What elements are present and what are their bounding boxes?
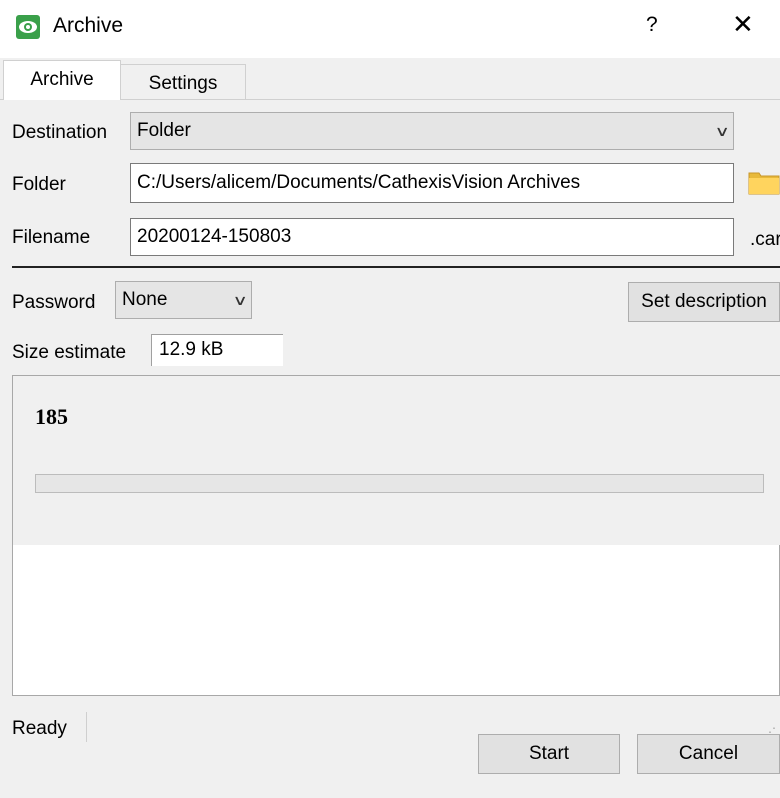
chevron-down-icon: ∨ — [714, 122, 730, 139]
password-select[interactable]: None ∨ — [115, 281, 252, 319]
password-value: None — [122, 289, 168, 310]
separator — [12, 266, 780, 268]
progress-bar — [35, 474, 764, 493]
close-button[interactable]: ✕ — [732, 9, 754, 40]
destination-value: Folder — [137, 120, 191, 141]
cancel-button[interactable]: Cancel — [637, 734, 780, 774]
progress-header — [13, 376, 780, 545]
filename-input[interactable]: 20200124-150803 — [130, 218, 734, 256]
filename-label: Filename — [12, 227, 91, 248]
size-estimate-value: 12.9 kB — [151, 334, 283, 366]
folder-input[interactable]: C:/Users/alicem/Documents/CathexisVision… — [130, 163, 734, 203]
size-estimate-label: Size estimate — [12, 342, 127, 363]
password-label: Password — [12, 292, 96, 313]
tab-settings[interactable]: Settings — [121, 64, 246, 99]
folder-icon[interactable] — [748, 169, 780, 195]
chevron-down-icon: ∨ — [232, 291, 248, 308]
help-button[interactable]: ? — [646, 13, 658, 37]
set-description-button[interactable]: Set description — [628, 282, 780, 322]
status-separator — [86, 712, 87, 742]
start-button[interactable]: Start — [478, 734, 620, 774]
extension-label: .car — [750, 229, 780, 250]
tab-archive[interactable]: Archive — [3, 60, 121, 100]
destination-label: Destination — [12, 122, 108, 143]
status-text: Ready — [12, 718, 67, 739]
destination-select[interactable]: Folder ∨ — [130, 112, 734, 150]
progress-count: 185 — [35, 404, 68, 429]
eye-icon — [16, 15, 40, 39]
folder-label: Folder — [12, 174, 66, 195]
window-title: Archive — [53, 14, 124, 37]
